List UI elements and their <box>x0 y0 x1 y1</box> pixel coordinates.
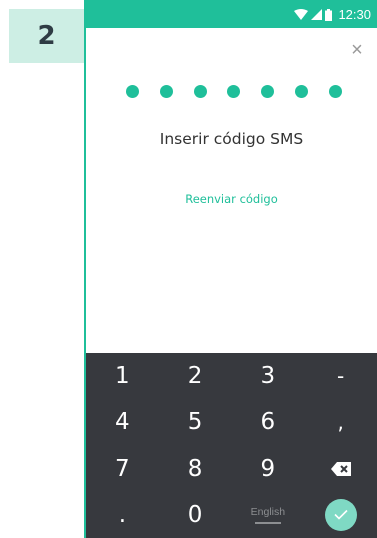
key-dot[interactable]: . <box>86 492 159 538</box>
status-time: 12:30 <box>338 7 371 22</box>
backspace-icon <box>330 461 351 476</box>
page-title: Inserir código SMS <box>159 130 304 148</box>
code-dot <box>193 84 207 98</box>
language-switch[interactable]: English <box>232 492 305 538</box>
status-icons: 12:30 <box>294 7 371 22</box>
key-minus[interactable]: - <box>304 353 377 399</box>
key-7[interactable]: 7 <box>86 446 159 492</box>
language-underline <box>254 521 281 524</box>
step-number-badge: 2 <box>9 9 84 63</box>
close-icon[interactable]: × <box>347 40 367 60</box>
done-circle <box>324 498 357 531</box>
backspace-button[interactable] <box>304 446 377 492</box>
wifi-icon <box>294 9 309 20</box>
battery-icon <box>325 8 333 21</box>
code-dot <box>159 84 173 98</box>
key-0[interactable]: 0 <box>159 492 232 538</box>
code-dot <box>261 84 275 98</box>
key-comma[interactable]: , <box>304 399 377 445</box>
numeric-keypad: 1 2 3 - 4 5 6 , 7 8 9 . 0 English <box>86 353 377 538</box>
code-dot <box>227 84 241 98</box>
key-8[interactable]: 8 <box>159 446 232 492</box>
language-label: English <box>250 505 286 518</box>
key-5[interactable]: 5 <box>159 399 232 445</box>
key-1[interactable]: 1 <box>86 353 159 399</box>
key-9[interactable]: 9 <box>232 446 305 492</box>
key-4[interactable]: 4 <box>86 399 159 445</box>
status-bar: 12:30 <box>86 0 377 28</box>
phone-screen: 12:30 × Inserir código SMS Reenviar códi… <box>84 0 377 538</box>
code-dot <box>328 84 342 98</box>
cell-signal-icon <box>311 9 323 20</box>
key-3[interactable]: 3 <box>232 353 305 399</box>
key-6[interactable]: 6 <box>232 399 305 445</box>
code-dot <box>126 84 139 98</box>
key-2[interactable]: 2 <box>159 353 232 399</box>
resend-code-link[interactable]: Reenviar código <box>86 192 377 206</box>
check-icon <box>334 510 348 521</box>
done-button[interactable] <box>304 492 377 538</box>
code-dot <box>295 84 309 98</box>
code-dots <box>126 84 342 98</box>
